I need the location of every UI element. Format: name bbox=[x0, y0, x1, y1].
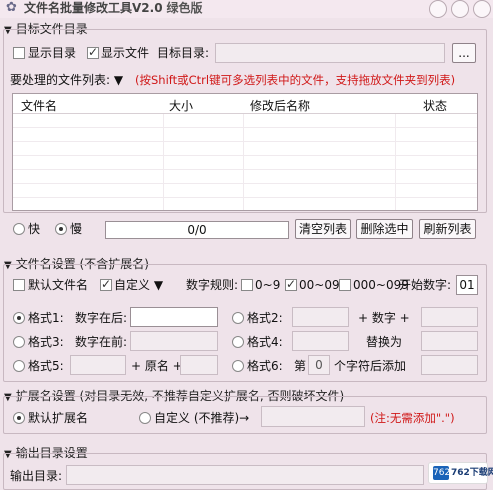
plus-number-label: + 数字 + bbox=[358, 311, 410, 325]
format1-input[interactable] bbox=[130, 307, 218, 327]
default-ext-label: 默认扩展名 bbox=[28, 411, 89, 425]
progress-bar: 0/0 bbox=[105, 221, 289, 239]
format5-label: 格式5: bbox=[28, 359, 64, 373]
column-header-size[interactable]: 大小 bbox=[169, 97, 193, 114]
column-header-filename[interactable]: 文件名 bbox=[21, 97, 57, 114]
custom-ext-input[interactable] bbox=[261, 406, 365, 427]
table-row bbox=[13, 128, 477, 142]
format2-radio[interactable] bbox=[232, 312, 244, 324]
rule-0-9-label: 0~9 bbox=[255, 278, 281, 292]
fast-radio[interactable] bbox=[13, 223, 25, 235]
table-row bbox=[13, 142, 477, 156]
format5-radio[interactable] bbox=[13, 360, 25, 372]
format2-prefix-input[interactable] bbox=[292, 307, 349, 327]
format6-label: 格式6: bbox=[247, 359, 283, 373]
format6-radio[interactable] bbox=[232, 360, 244, 372]
default-filename-label: 默认文件名 bbox=[28, 278, 89, 292]
window-title-text: 文件名批量修改工具V2.0 bbox=[24, 1, 163, 15]
format5-prefix-input[interactable] bbox=[70, 355, 126, 375]
start-number-label: 开始数字: bbox=[399, 278, 452, 292]
format2-suffix-input[interactable] bbox=[421, 307, 478, 327]
nth-char-stepper[interactable]: 0 bbox=[308, 355, 330, 375]
table-row bbox=[13, 114, 477, 128]
rule-00-09-checkbox[interactable] bbox=[285, 277, 297, 291]
format6-insert-input[interactable] bbox=[421, 355, 478, 375]
window-edition: 绿色版 bbox=[166, 1, 203, 15]
format4-radio[interactable] bbox=[232, 336, 244, 348]
custom-filename-checkbox[interactable] bbox=[100, 277, 112, 291]
format3-input[interactable] bbox=[130, 331, 218, 351]
show-files-checkbox[interactable] bbox=[87, 45, 99, 59]
format3-label: 格式3: bbox=[28, 335, 64, 349]
fast-label: 快 bbox=[28, 222, 41, 236]
slow-radio[interactable] bbox=[55, 223, 67, 235]
rule-0-9-checkbox[interactable] bbox=[241, 279, 253, 291]
site-logo-icon: 762 bbox=[433, 466, 451, 480]
show-files-label: 显示文件 bbox=[101, 46, 150, 60]
clear-list-button[interactable]: 清空列表 bbox=[295, 219, 351, 239]
table-row bbox=[13, 170, 477, 184]
nth-label: 第 bbox=[294, 359, 307, 373]
format1-desc: 数字在后: bbox=[75, 311, 128, 325]
file-list-hint: (按Shift或Ctrl键可多选列表中的文件，支持拖放文件夹到列表) bbox=[135, 73, 456, 87]
format4-label: 格式4: bbox=[247, 335, 283, 349]
custom-filename-dropdown[interactable]: 自定义 ▼ bbox=[114, 278, 163, 292]
slow-label: 慢 bbox=[70, 222, 83, 236]
format1-label: 格式1: bbox=[28, 311, 64, 325]
app-icon: ✿ bbox=[6, 0, 17, 15]
start-number-input[interactable]: 01 bbox=[456, 275, 478, 295]
ext-note: (注:无需添加".") bbox=[370, 411, 455, 425]
default-ext-radio[interactable] bbox=[13, 412, 25, 424]
replace-with-label: 替换为 bbox=[366, 335, 403, 349]
rule-000-099-checkbox[interactable] bbox=[339, 279, 351, 291]
rule-00-09-label: 00~09 bbox=[299, 278, 340, 292]
format4-replace-input[interactable] bbox=[421, 331, 478, 351]
browse-button[interactable]: ... bbox=[452, 43, 476, 63]
close-button[interactable] bbox=[473, 0, 491, 18]
table-row bbox=[13, 156, 477, 170]
site-logo-text: 762下载网 bbox=[451, 468, 493, 478]
custom-ext-radio[interactable] bbox=[139, 412, 151, 424]
show-dirs-checkbox[interactable] bbox=[13, 47, 25, 59]
target-dir-label: 目标目录: bbox=[157, 46, 210, 60]
format3-desc: 数字在前: bbox=[75, 335, 128, 349]
table-row bbox=[13, 184, 477, 198]
custom-ext-label: 自定义 (不推荐)→ bbox=[154, 411, 250, 425]
column-header-new-name[interactable]: 修改后名称 bbox=[250, 97, 310, 114]
format1-radio[interactable] bbox=[13, 312, 25, 324]
format2-label: 格式2: bbox=[247, 311, 283, 325]
column-header-status[interactable]: 状态 bbox=[423, 97, 447, 114]
plus-original-label: + 原名 + bbox=[131, 359, 183, 373]
minimize-button[interactable] bbox=[429, 0, 447, 18]
site-watermark: 762 762下载网 bbox=[428, 462, 493, 484]
number-rule-label: 数字规则: bbox=[186, 278, 239, 292]
maximize-button[interactable] bbox=[451, 0, 469, 18]
refresh-list-button[interactable]: 刷新列表 bbox=[419, 219, 476, 239]
file-list-table[interactable]: 文件名 大小 修改后名称 状态 bbox=[12, 93, 478, 211]
window-title: 文件名批量修改工具V2.0 绿色版 bbox=[24, 0, 203, 16]
after-char-label: 个字符后添加 bbox=[334, 359, 407, 373]
file-list-label[interactable]: 要处理的文件列表: ▼ bbox=[10, 73, 123, 87]
output-dir-label: 输出目录: bbox=[10, 469, 63, 483]
format3-radio[interactable] bbox=[13, 336, 25, 348]
show-dirs-label: 显示目录 bbox=[28, 46, 77, 60]
output-dir-input[interactable] bbox=[66, 465, 424, 485]
delete-selected-button[interactable]: 删除选中 bbox=[356, 219, 413, 239]
target-dir-input[interactable] bbox=[215, 43, 445, 63]
file-list-header: 文件名 大小 修改后名称 状态 bbox=[13, 94, 477, 114]
format5-suffix-input[interactable] bbox=[180, 355, 218, 375]
default-filename-checkbox[interactable] bbox=[13, 279, 25, 291]
format4-find-input[interactable] bbox=[292, 331, 349, 351]
